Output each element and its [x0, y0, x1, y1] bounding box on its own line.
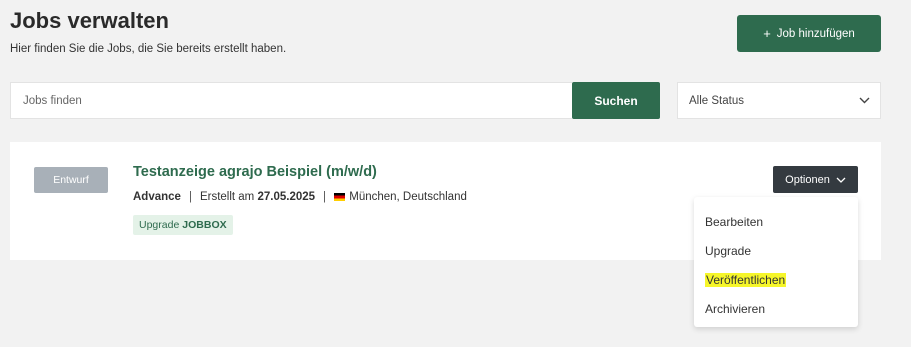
separator: |	[323, 191, 327, 203]
job-created: Erstellt am 27.05.2025	[200, 191, 315, 203]
status-badge: Entwurf	[34, 167, 108, 193]
add-job-label: Job hinzufügen	[776, 27, 855, 40]
location-text: München, Deutschland	[349, 191, 467, 203]
page-title: Jobs verwalten	[10, 8, 169, 33]
plus-icon: +	[763, 26, 771, 41]
page-subtitle: Hier finden Sie die Jobs, die Sie bereit…	[10, 43, 287, 55]
menu-item-label: Archivieren	[705, 301, 766, 316]
options-label: Optionen	[785, 173, 830, 186]
created-prefix: Erstellt am	[199, 191, 255, 203]
menu-item-bearbeiten[interactable]: Bearbeiten	[694, 207, 858, 236]
job-location: München, Deutschland	[334, 191, 467, 203]
chevron-down-icon	[836, 177, 846, 183]
job-search-input[interactable]	[10, 82, 572, 119]
job-package: Advance	[133, 191, 181, 203]
menu-item-archivieren[interactable]: Archivieren	[694, 294, 858, 323]
search-button[interactable]: Suchen	[572, 82, 660, 119]
upgrade-prefix: Upgrade	[139, 219, 180, 231]
menu-item-label: Bearbeiten	[705, 214, 764, 229]
options-button[interactable]: Optionen	[773, 166, 858, 193]
upgrade-tag[interactable]: Upgrade JOBBOX	[133, 215, 233, 235]
flag-germany-icon	[334, 192, 346, 201]
job-title-link[interactable]: Testanzeige agrajo Beispiel (m/w/d)	[133, 164, 377, 180]
options-dropdown-menu: Bearbeiten Upgrade Veröffentlichen Archi…	[694, 197, 858, 327]
separator: |	[188, 191, 192, 203]
status-filter-select[interactable]: Alle Status	[677, 82, 881, 119]
chevron-down-icon	[859, 97, 870, 104]
add-job-button[interactable]: + Job hinzufügen	[737, 15, 881, 52]
menu-item-label: Upgrade	[705, 243, 752, 258]
status-filter-value: Alle Status	[689, 94, 744, 107]
job-meta: Advance | Erstellt am 27.05.2025 | Münch…	[133, 191, 467, 203]
upgrade-name: JOBBOX	[182, 219, 227, 231]
menu-item-upgrade[interactable]: Upgrade	[694, 236, 858, 265]
menu-item-veroeffentlichen[interactable]: Veröffentlichen	[694, 265, 858, 294]
menu-item-label: Veröffentlichen	[705, 272, 787, 287]
created-date: 27.05.2025	[257, 191, 316, 203]
